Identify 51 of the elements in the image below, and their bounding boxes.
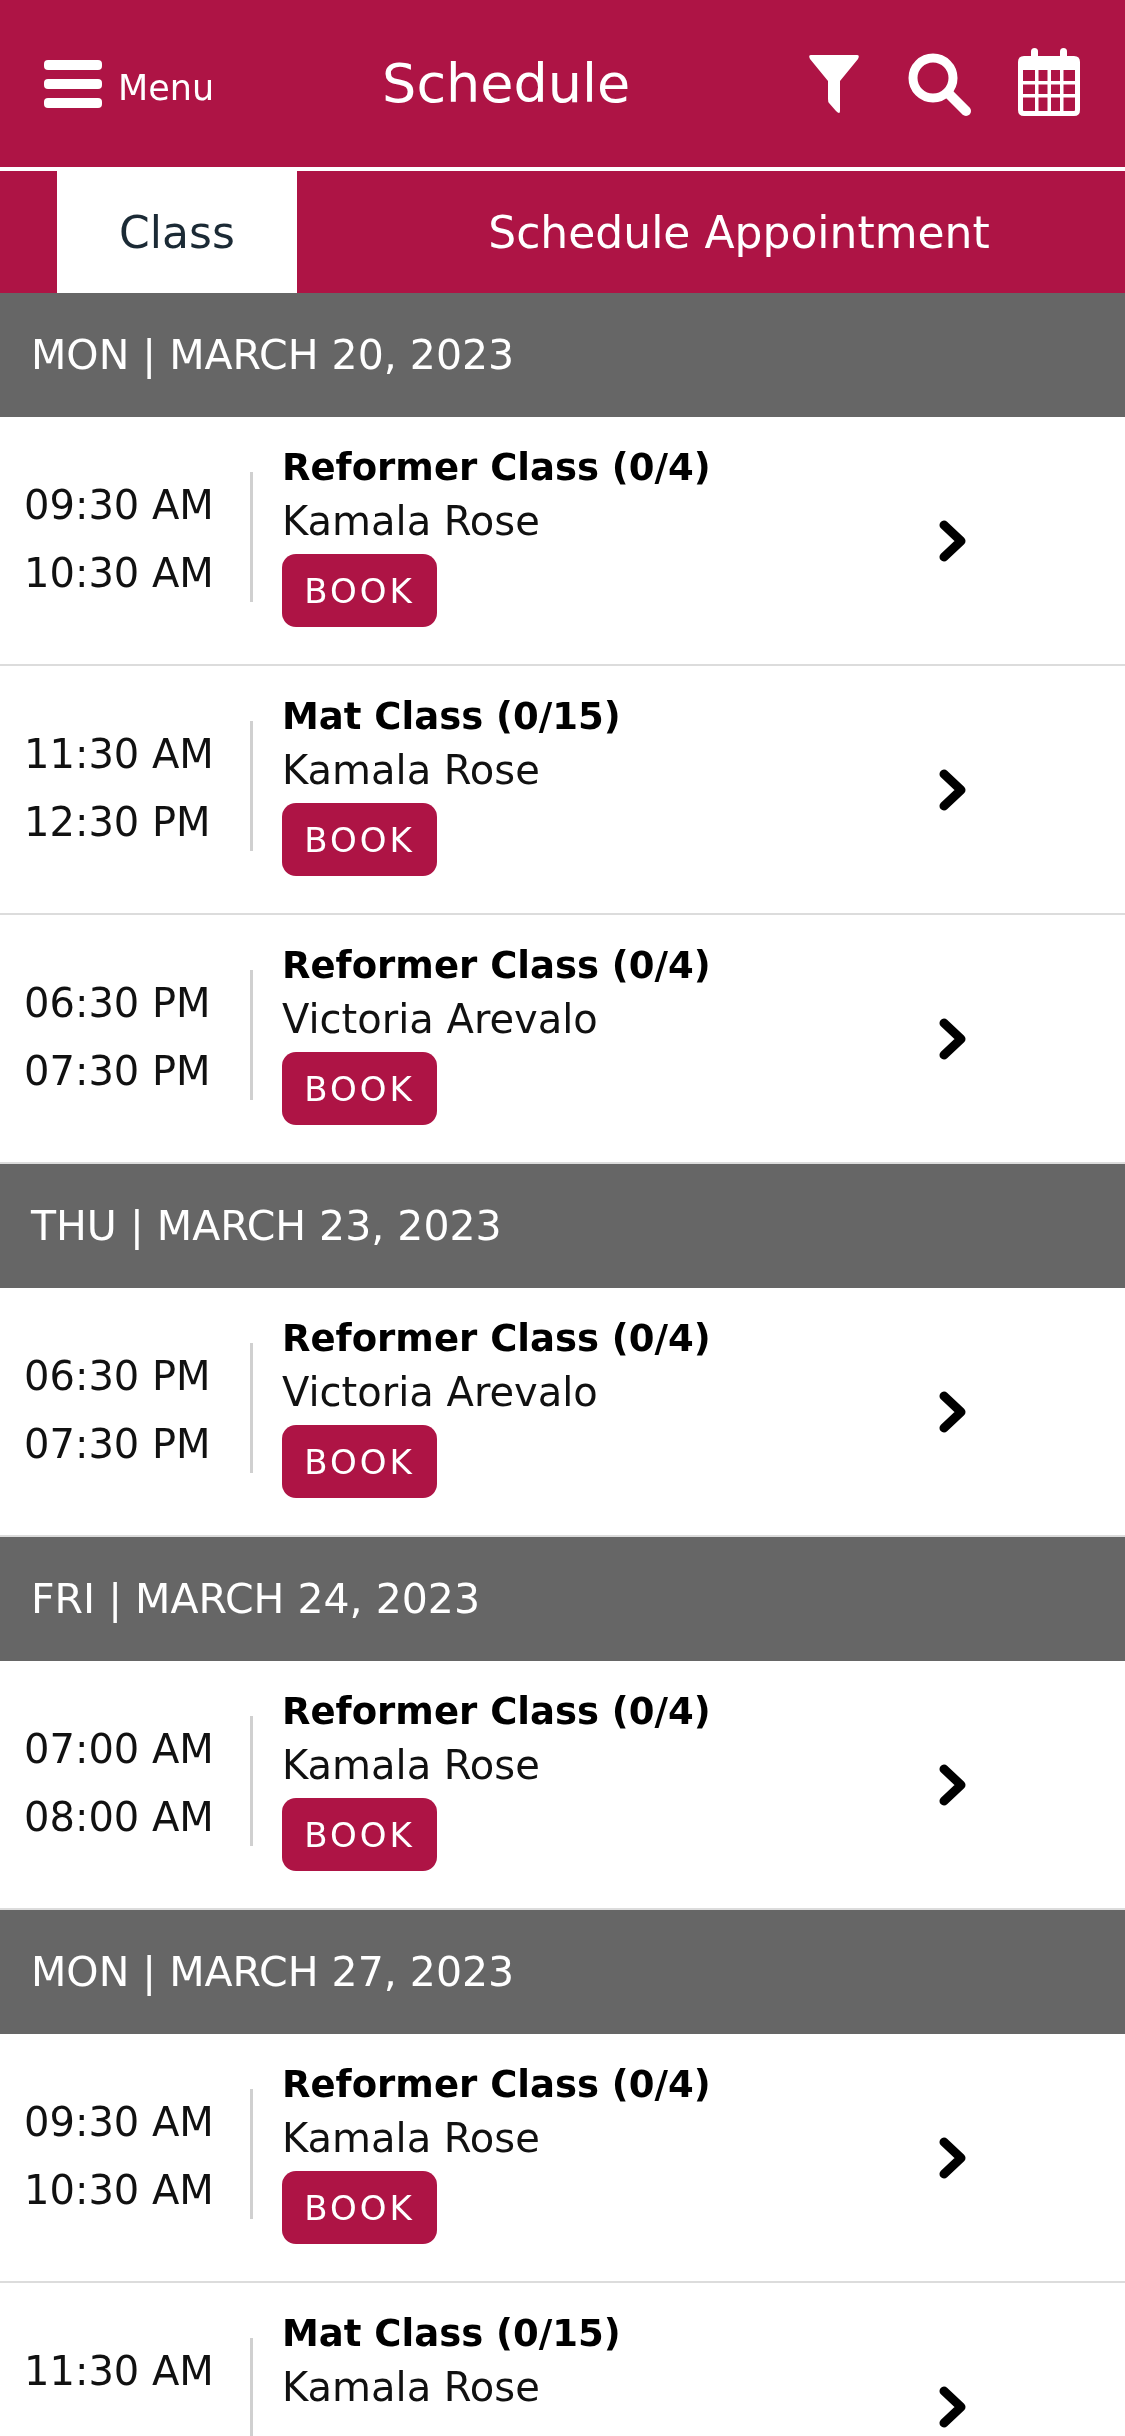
end-time: 10:30 AM: [24, 549, 215, 598]
start-time: 09:30 AM: [24, 2098, 215, 2147]
start-time: 09:30 AM: [24, 481, 215, 530]
end-time: 10:30 AM: [24, 2166, 215, 2215]
class-title: Reformer Class (0/4): [282, 1689, 711, 1735]
end-time: 12:30 PM: [24, 798, 212, 847]
start-time: 11:30 AM: [24, 2347, 215, 2396]
screen-title: Schedule: [382, 52, 631, 115]
book-button[interactable]: BOOK: [282, 554, 437, 627]
chevron-right-icon[interactable]: [938, 1390, 968, 1433]
book-button[interactable]: BOOK: [282, 803, 437, 876]
class-title: Reformer Class (0/4): [282, 445, 711, 491]
chevron-right-icon[interactable]: [938, 519, 968, 562]
instructor-name: Kamala Rose: [282, 497, 540, 546]
class-title: Reformer Class (0/4): [282, 2062, 711, 2108]
chevron-right-icon[interactable]: [938, 2136, 968, 2179]
chevron-right-icon[interactable]: [938, 2385, 968, 2428]
book-button[interactable]: BOOK: [282, 1052, 437, 1125]
date-label: MON | MARCH 27, 2023: [31, 1948, 515, 1996]
date-label: FRI | MARCH 24, 2023: [31, 1575, 480, 1623]
search-icon[interactable]: [907, 51, 971, 116]
instructor-name: Kamala Rose: [282, 2363, 540, 2412]
menu-button[interactable]: Menu: [44, 59, 215, 108]
calendar-icon[interactable]: [1018, 47, 1080, 116]
tab[interactable]: Class: [57, 171, 297, 293]
chevron-right-icon[interactable]: [938, 1763, 968, 1806]
start-time: 06:30 PM: [24, 1352, 212, 1401]
instructor-name: Kamala Rose: [282, 1741, 540, 1790]
filter-icon[interactable]: [808, 52, 860, 115]
instructor-name: Victoria Arevalo: [282, 995, 598, 1044]
end-time: 07:30 PM: [24, 1420, 212, 1469]
class-title: Reformer Class (0/4): [282, 1316, 711, 1362]
end-time: 07:30 PM: [24, 1047, 212, 1096]
instructor-name: Kamala Rose: [282, 2114, 540, 2163]
instructor-name: Kamala Rose: [282, 746, 540, 795]
book-button[interactable]: BOOK: [282, 1798, 437, 1871]
book-button[interactable]: BOOK: [282, 2171, 437, 2244]
class-title: Mat Class (0/15): [282, 694, 621, 740]
chevron-right-icon[interactable]: [938, 768, 968, 811]
end-time: 08:00 AM: [24, 1793, 215, 1842]
chevron-right-icon[interactable]: [938, 1017, 968, 1060]
menu-icon: [44, 59, 102, 108]
start-time: 11:30 AM: [24, 730, 215, 779]
date-label: THU | MARCH 23, 2023: [31, 1202, 502, 1250]
book-button[interactable]: BOOK: [282, 1425, 437, 1498]
instructor-name: Victoria Arevalo: [282, 1368, 598, 1417]
start-time: 07:00 AM: [24, 1725, 215, 1774]
start-time: 06:30 PM: [24, 979, 212, 1028]
class-title: Reformer Class (0/4): [282, 943, 711, 989]
date-label: MON | MARCH 20, 2023: [31, 331, 515, 379]
class-title: Mat Class (0/15): [282, 2311, 621, 2357]
